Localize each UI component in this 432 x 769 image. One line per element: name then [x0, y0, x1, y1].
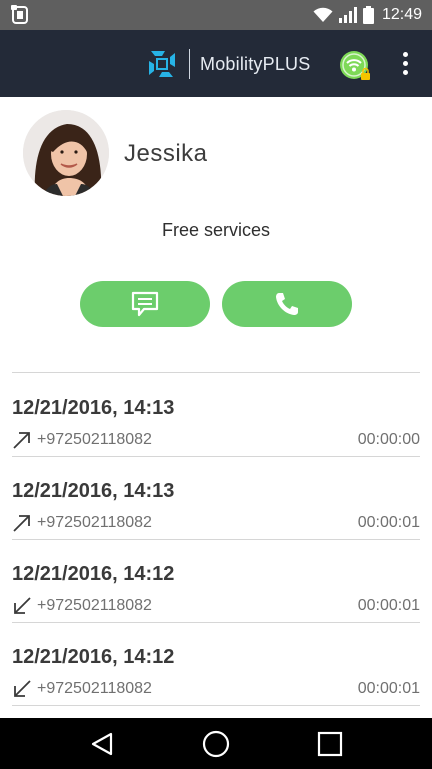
- mobilityplus-logo-icon: [149, 51, 175, 77]
- back-icon: [91, 732, 113, 755]
- signal-icon: [338, 7, 357, 23]
- call-number: +972502118082: [37, 431, 152, 448]
- call-datetime: 12/21/2016, 14:12: [12, 646, 175, 668]
- battery-icon: [362, 6, 374, 24]
- call-row[interactable]: 12/21/2016, 14:12 +972502118082 00:00:01: [12, 540, 420, 623]
- contact-name: Jessika: [124, 140, 208, 167]
- message-button[interactable]: [80, 281, 210, 327]
- incoming-arrow-icon: [14, 680, 31, 697]
- home-icon: [202, 730, 230, 757]
- call-duration: 00:00:01: [357, 514, 420, 531]
- app-header: MobilityPLUS: [0, 30, 432, 97]
- call-number: +972502118082: [37, 597, 152, 614]
- call-duration: 00:00:00: [357, 431, 420, 448]
- contact-photo: [23, 110, 109, 196]
- status-time: 12:49: [381, 6, 422, 23]
- call-number: +972502118082: [37, 680, 152, 697]
- call-duration: 00:00:01: [357, 680, 420, 697]
- brand-divider: [189, 49, 190, 79]
- call-number: +972502118082: [37, 514, 152, 531]
- outgoing-arrow-icon: [13, 432, 30, 449]
- chat-bubble-icon: [131, 291, 159, 317]
- overflow-menu-icon[interactable]: [394, 48, 416, 78]
- system-icons: 12:49: [313, 4, 422, 26]
- outgoing-arrow-icon: [13, 515, 30, 532]
- call-datetime: 12/21/2016, 14:13: [12, 397, 175, 419]
- call-history-list: 12/21/2016, 14:13 +972502118082 00:00:00…: [12, 374, 420, 706]
- incoming-arrow-icon: [14, 597, 31, 614]
- call-button[interactable]: [222, 281, 352, 327]
- wifi-locked-status-icon[interactable]: [338, 49, 372, 83]
- brand-name: MobilityPLUS: [200, 53, 311, 74]
- brand: MobilityPLUS: [145, 46, 310, 82]
- call-datetime: 12/21/2016, 14:13: [12, 480, 175, 502]
- status-bar: 12:49: [0, 0, 432, 30]
- navigation-bar: [0, 718, 432, 769]
- wifi-icon: [313, 7, 333, 22]
- service-label: Free services: [161, 220, 271, 240]
- avatar: [23, 110, 109, 196]
- call-row[interactable]: 12/21/2016, 14:13 +972502118082 00:00:01: [12, 457, 420, 540]
- recents-icon: [317, 731, 343, 756]
- home-button[interactable]: [186, 718, 246, 769]
- recents-button[interactable]: [300, 718, 360, 769]
- call-row[interactable]: 12/21/2016, 14:13 +972502118082 00:00:00: [12, 374, 420, 457]
- back-button[interactable]: [72, 718, 132, 769]
- call-row[interactable]: 12/21/2016, 14:12 +972502118082 00:00:01: [12, 623, 420, 706]
- app-notification-icon: [11, 5, 28, 24]
- call-datetime: 12/21/2016, 14:12: [12, 563, 175, 585]
- call-duration: 00:00:01: [357, 597, 420, 614]
- phone-icon: [276, 293, 298, 315]
- section-divider: [12, 372, 420, 373]
